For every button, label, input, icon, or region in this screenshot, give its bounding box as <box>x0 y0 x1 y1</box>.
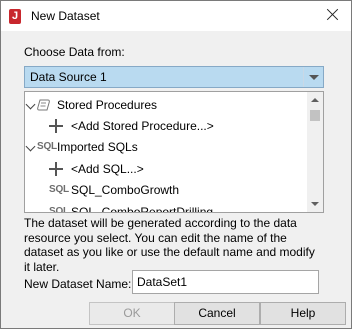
title-bar: J New Dataset <box>1 1 351 31</box>
scrollbar-thumb[interactable] <box>310 110 320 121</box>
dataset-name-label: New Dataset Name: <box>24 277 132 291</box>
sql-icon: SQL <box>49 206 69 213</box>
stored-procedures-label: Stored Procedures <box>57 98 158 112</box>
data-tree[interactable]: Stored Procedures <Add Stored Procedure.… <box>24 91 324 213</box>
cancel-button[interactable]: Cancel <box>174 302 260 325</box>
plus-icon <box>49 119 63 133</box>
scroll-up-icon[interactable] <box>311 98 319 102</box>
expand-chevron-icon[interactable] <box>25 141 36 152</box>
scroll-down-icon[interactable] <box>311 202 319 206</box>
chevron-down-icon[interactable] <box>303 67 323 87</box>
app-logo-icon: J <box>9 9 21 24</box>
new-dataset-dialog: J New Dataset Choose Data from: Data Sou… <box>0 0 352 329</box>
sql-icon: SQL <box>37 141 57 152</box>
help-button[interactable]: Help <box>260 302 346 325</box>
data-source-selected: Data Source 1 <box>30 70 107 84</box>
expand-chevron-icon[interactable] <box>25 99 36 110</box>
tree-scrollbar[interactable] <box>307 92 323 212</box>
dataset-name-input[interactable] <box>132 270 319 294</box>
sql-item-label: SQL_ComboGrowth <box>71 183 180 197</box>
ok-button[interactable]: OK <box>89 302 175 325</box>
add-stored-procedure-label: <Add Stored Procedure...> <box>71 119 214 133</box>
plus-icon <box>49 162 63 176</box>
data-source-dropdown[interactable]: Data Source 1 <box>24 66 324 88</box>
scroll-icon <box>37 99 50 111</box>
info-text: The dataset will be generated according … <box>24 216 315 274</box>
close-icon[interactable] <box>325 7 341 23</box>
window-title: New Dataset <box>31 9 100 23</box>
imported-sqls-label: Imported SQLs <box>57 140 138 154</box>
choose-data-label: Choose Data from: <box>24 45 125 59</box>
sql-item-label: SQL_ComboReportDrilling <box>71 205 214 213</box>
sql-icon: SQL <box>49 184 69 195</box>
add-sql-label: <Add SQL...> <box>71 162 144 176</box>
